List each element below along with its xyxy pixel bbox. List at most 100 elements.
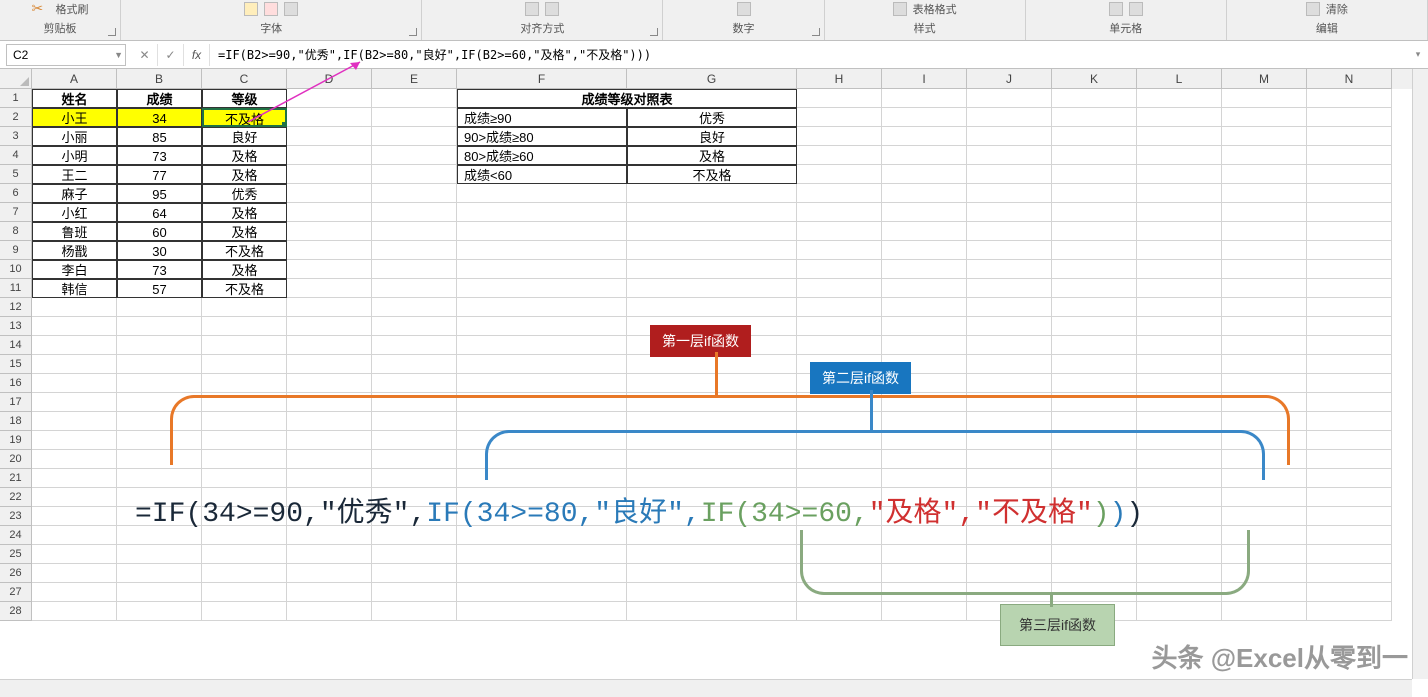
cell[interactable] <box>117 412 202 431</box>
cell[interactable] <box>457 564 627 583</box>
cell[interactable] <box>967 393 1052 412</box>
cell[interactable] <box>1137 469 1222 488</box>
cell[interactable] <box>797 393 882 412</box>
cell[interactable] <box>287 564 372 583</box>
cell[interactable] <box>1137 89 1222 108</box>
cell[interactable] <box>287 355 372 374</box>
insert-cell-icon[interactable] <box>1109 2 1123 16</box>
cell[interactable] <box>797 222 882 241</box>
cell[interactable] <box>627 450 797 469</box>
cell[interactable] <box>1137 488 1222 507</box>
align-icon[interactable] <box>525 2 539 16</box>
cell[interactable]: 及格 <box>202 260 287 279</box>
cell[interactable]: 小明 <box>32 146 117 165</box>
cell[interactable] <box>882 317 967 336</box>
font-color-icon[interactable] <box>244 2 258 16</box>
cell[interactable] <box>882 279 967 298</box>
cell[interactable] <box>1052 203 1137 222</box>
cell[interactable] <box>202 336 287 355</box>
cell[interactable] <box>1307 89 1392 108</box>
ribbon-group-edit[interactable]: 清除 编辑 <box>1227 0 1428 40</box>
col-header[interactable]: M <box>1222 69 1307 89</box>
row-header[interactable]: 11 <box>0 279 32 298</box>
cell[interactable] <box>882 469 967 488</box>
cell[interactable] <box>457 355 627 374</box>
cell[interactable] <box>1137 431 1222 450</box>
cell[interactable] <box>627 222 797 241</box>
cell[interactable] <box>287 184 372 203</box>
cell[interactable]: 及格 <box>202 165 287 184</box>
dialog-launcher-icon[interactable] <box>409 28 417 36</box>
vertical-scrollbar[interactable] <box>1412 69 1428 679</box>
cell[interactable] <box>202 355 287 374</box>
cell[interactable] <box>627 393 797 412</box>
cell[interactable] <box>1307 260 1392 279</box>
cell[interactable] <box>1137 108 1222 127</box>
cell[interactable] <box>287 108 372 127</box>
cell[interactable] <box>1137 393 1222 412</box>
col-header[interactable]: E <box>372 69 457 89</box>
cell[interactable] <box>32 526 117 545</box>
cell[interactable] <box>1222 564 1307 583</box>
cell[interactable] <box>967 431 1052 450</box>
cell[interactable] <box>372 127 457 146</box>
row-header[interactable]: 27 <box>0 583 32 602</box>
row-header[interactable]: 15 <box>0 355 32 374</box>
cell[interactable] <box>32 412 117 431</box>
cell[interactable] <box>1307 583 1392 602</box>
cell[interactable] <box>1307 526 1392 545</box>
cell[interactable] <box>1307 279 1392 298</box>
cell[interactable] <box>457 222 627 241</box>
cell[interactable] <box>202 298 287 317</box>
cell[interactable] <box>287 260 372 279</box>
cell[interactable] <box>287 317 372 336</box>
cell[interactable] <box>1137 336 1222 355</box>
row-header[interactable]: 13 <box>0 317 32 336</box>
cell[interactable] <box>1052 89 1137 108</box>
cell[interactable] <box>287 89 372 108</box>
cell[interactable] <box>1052 412 1137 431</box>
cell[interactable] <box>32 507 117 526</box>
cell[interactable] <box>372 564 457 583</box>
cell[interactable] <box>882 602 967 621</box>
cell[interactable]: 小王 <box>32 108 117 127</box>
cell[interactable] <box>1137 450 1222 469</box>
col-header[interactable]: H <box>797 69 882 89</box>
ribbon-group-cell[interactable]: 单元格 <box>1026 0 1227 40</box>
cell[interactable] <box>627 260 797 279</box>
col-header[interactable]: A <box>32 69 117 89</box>
cell[interactable] <box>287 241 372 260</box>
cell[interactable] <box>1137 298 1222 317</box>
cell[interactable] <box>797 146 882 165</box>
cell[interactable] <box>1222 583 1307 602</box>
cell[interactable] <box>967 545 1052 564</box>
cell[interactable] <box>202 374 287 393</box>
cell[interactable] <box>1052 241 1137 260</box>
name-box[interactable]: C2 ▼ <box>6 44 126 66</box>
cell[interactable] <box>967 450 1052 469</box>
cell[interactable] <box>1052 583 1137 602</box>
cell[interactable] <box>32 450 117 469</box>
cell[interactable] <box>627 279 797 298</box>
cell[interactable] <box>967 374 1052 393</box>
fx-button[interactable]: fx <box>184 44 210 66</box>
cell[interactable] <box>967 602 1052 621</box>
cell[interactable] <box>117 374 202 393</box>
cell[interactable] <box>797 317 882 336</box>
cell[interactable]: 成绩等级对照表 <box>457 89 797 108</box>
cell[interactable] <box>457 469 627 488</box>
col-header[interactable]: L <box>1137 69 1222 89</box>
cell[interactable] <box>372 355 457 374</box>
cell[interactable] <box>797 431 882 450</box>
cell[interactable]: 不及格 <box>627 165 797 184</box>
cell[interactable] <box>1307 298 1392 317</box>
cell[interactable] <box>202 412 287 431</box>
cell[interactable] <box>882 393 967 412</box>
cell[interactable] <box>457 298 627 317</box>
cell[interactable]: 良好 <box>627 127 797 146</box>
cell[interactable]: 成绩 <box>117 89 202 108</box>
row-header[interactable]: 4 <box>0 146 32 165</box>
cell[interactable]: 73 <box>117 260 202 279</box>
cell[interactable] <box>1222 260 1307 279</box>
row-header[interactable]: 17 <box>0 393 32 412</box>
